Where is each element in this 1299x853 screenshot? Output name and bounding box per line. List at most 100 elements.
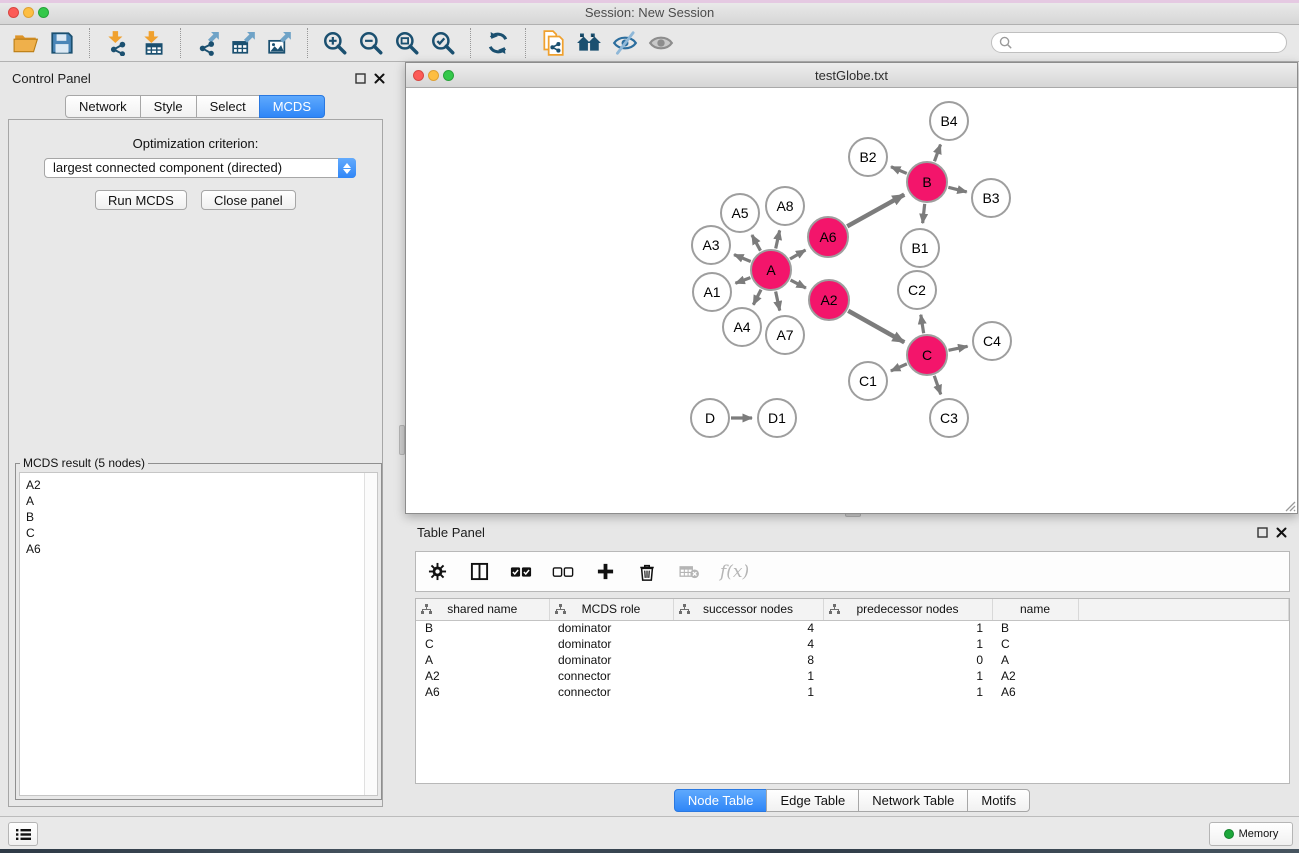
close-panel-button[interactable]: Close panel xyxy=(201,190,296,210)
table-row[interactable]: A2connector11A2 xyxy=(416,668,1289,684)
tab-mcds[interactable]: MCDS xyxy=(259,95,325,118)
tab-select[interactable]: Select xyxy=(196,95,260,118)
graph-node-C3[interactable]: C3 xyxy=(930,399,968,437)
export-network-icon[interactable] xyxy=(190,27,226,59)
graph-node-C[interactable]: C xyxy=(907,335,947,375)
graph-node-A5[interactable]: A5 xyxy=(721,194,759,232)
zoom-selected-icon[interactable] xyxy=(425,27,461,59)
table-cell[interactable]: B xyxy=(992,620,1078,636)
table-cell[interactable]: C xyxy=(416,636,549,652)
show-graphics-details-icon[interactable] xyxy=(643,27,679,59)
function-builder-icon[interactable]: f(x) xyxy=(720,562,749,582)
table-cell[interactable]: dominator xyxy=(549,636,673,652)
deselect-all-icon[interactable] xyxy=(552,561,574,583)
table-cell[interactable]: 1 xyxy=(823,620,992,636)
mcds-result-item[interactable]: A xyxy=(20,493,377,509)
graph-node-A6[interactable]: A6 xyxy=(808,217,848,257)
memory-status-button[interactable]: Memory xyxy=(1209,822,1293,846)
table-cell[interactable]: A2 xyxy=(416,668,549,684)
hide-graphics-details-icon[interactable] xyxy=(607,27,643,59)
delete-row-icon[interactable] xyxy=(636,561,658,583)
tab-style[interactable]: Style xyxy=(140,95,197,118)
column-header-name[interactable]: name xyxy=(992,599,1078,620)
graph-node-A8[interactable]: A8 xyxy=(766,187,804,225)
column-selector-icon[interactable] xyxy=(468,561,490,583)
graph-node-A3[interactable]: A3 xyxy=(692,226,730,264)
open-session-icon[interactable] xyxy=(8,27,44,59)
graph-node-C1[interactable]: C1 xyxy=(849,362,887,400)
save-session-icon[interactable] xyxy=(44,27,80,59)
table-cell[interactable]: 0 xyxy=(823,652,992,668)
graph-node-A4[interactable]: A4 xyxy=(723,308,761,346)
table-cell[interactable]: connector xyxy=(549,668,673,684)
table-cell[interactable]: C xyxy=(992,636,1078,652)
table-cell[interactable]: A6 xyxy=(992,684,1078,700)
export-image-icon[interactable] xyxy=(262,27,298,59)
zoom-out-icon[interactable] xyxy=(353,27,389,59)
tab-edge-table[interactable]: Edge Table xyxy=(766,789,859,812)
table-cell[interactable]: 8 xyxy=(673,652,823,668)
graph-node-A7[interactable]: A7 xyxy=(766,316,804,354)
float-panel-icon[interactable] xyxy=(355,73,366,84)
table-cell[interactable]: dominator xyxy=(549,652,673,668)
table-cell[interactable]: A6 xyxy=(416,684,549,700)
window-resize-grip[interactable] xyxy=(1282,498,1296,512)
graph-node-D[interactable]: D xyxy=(691,399,729,437)
add-row-icon[interactable] xyxy=(594,561,616,583)
graph-node-B[interactable]: B xyxy=(907,162,947,202)
column-header-MCDS-role[interactable]: MCDS role xyxy=(549,599,673,620)
mcds-result-item[interactable]: B xyxy=(20,509,377,525)
table-cell[interactable]: A2 xyxy=(992,668,1078,684)
scrollbar-track[interactable] xyxy=(364,473,377,795)
mcds-result-list[interactable]: A2ABCA6 xyxy=(19,472,378,796)
criterion-dropdown[interactable]: largest connected component (directed) xyxy=(44,158,356,178)
table-row[interactable]: Cdominator41C xyxy=(416,636,1289,652)
select-all-icon[interactable] xyxy=(510,561,532,583)
table-row[interactable]: Adominator80A xyxy=(416,652,1289,668)
run-mcds-button[interactable]: Run MCDS xyxy=(95,190,187,210)
graph-node-A1[interactable]: A1 xyxy=(693,273,731,311)
graph-node-B2[interactable]: B2 xyxy=(849,138,887,176)
refresh-icon[interactable] xyxy=(480,27,516,59)
zoom-in-icon[interactable] xyxy=(317,27,353,59)
table-cell[interactable]: connector xyxy=(549,684,673,700)
table-cell[interactable]: 1 xyxy=(823,636,992,652)
table-cell[interactable]: A xyxy=(992,652,1078,668)
network-canvas[interactable]: B4B2BB3A5A8A6B1A3AC2A1A2A4A7C4CC1C3DD1 xyxy=(406,88,1297,513)
export-table-icon[interactable] xyxy=(226,27,262,59)
graph-node-C2[interactable]: C2 xyxy=(898,271,936,309)
table-cell[interactable]: 4 xyxy=(673,620,823,636)
table-cell[interactable]: 1 xyxy=(823,668,992,684)
mcds-result-item[interactable]: A2 xyxy=(20,477,377,493)
graph-node-B4[interactable]: B4 xyxy=(930,102,968,140)
table-cell[interactable]: 4 xyxy=(673,636,823,652)
graph-node-A2[interactable]: A2 xyxy=(809,280,849,320)
new-network-from-file-icon[interactable] xyxy=(535,27,571,59)
tab-motifs[interactable]: Motifs xyxy=(967,789,1030,812)
graph-node-B3[interactable]: B3 xyxy=(972,179,1010,217)
delete-table-icon[interactable] xyxy=(678,561,700,583)
home-icon[interactable] xyxy=(571,27,607,59)
import-table-icon[interactable] xyxy=(135,27,171,59)
graph-node-D1[interactable]: D1 xyxy=(758,399,796,437)
close-panel-icon[interactable] xyxy=(374,73,385,84)
float-panel-icon[interactable] xyxy=(1257,527,1268,538)
table-cell[interactable]: A xyxy=(416,652,549,668)
mcds-result-item[interactable]: C xyxy=(20,525,377,541)
network-window-titlebar[interactable]: testGlobe.txt xyxy=(406,63,1297,88)
table-cell[interactable]: B xyxy=(416,620,549,636)
table-cell[interactable]: 1 xyxy=(673,684,823,700)
task-history-button[interactable] xyxy=(8,822,38,846)
zoom-fit-icon[interactable] xyxy=(389,27,425,59)
table-cell[interactable]: dominator xyxy=(549,620,673,636)
table-row[interactable]: Bdominator41B xyxy=(416,620,1289,636)
settings-gear-icon[interactable] xyxy=(426,561,448,583)
table-cell[interactable]: 1 xyxy=(673,668,823,684)
import-network-icon[interactable] xyxy=(99,27,135,59)
close-panel-icon[interactable] xyxy=(1276,527,1287,538)
table-row[interactable]: A6connector11A6 xyxy=(416,684,1289,700)
search-input[interactable] xyxy=(1012,36,1279,50)
mcds-result-item[interactable]: A6 xyxy=(20,541,377,557)
tab-network[interactable]: Network xyxy=(65,95,141,118)
column-header-shared-name[interactable]: shared name xyxy=(416,599,549,620)
